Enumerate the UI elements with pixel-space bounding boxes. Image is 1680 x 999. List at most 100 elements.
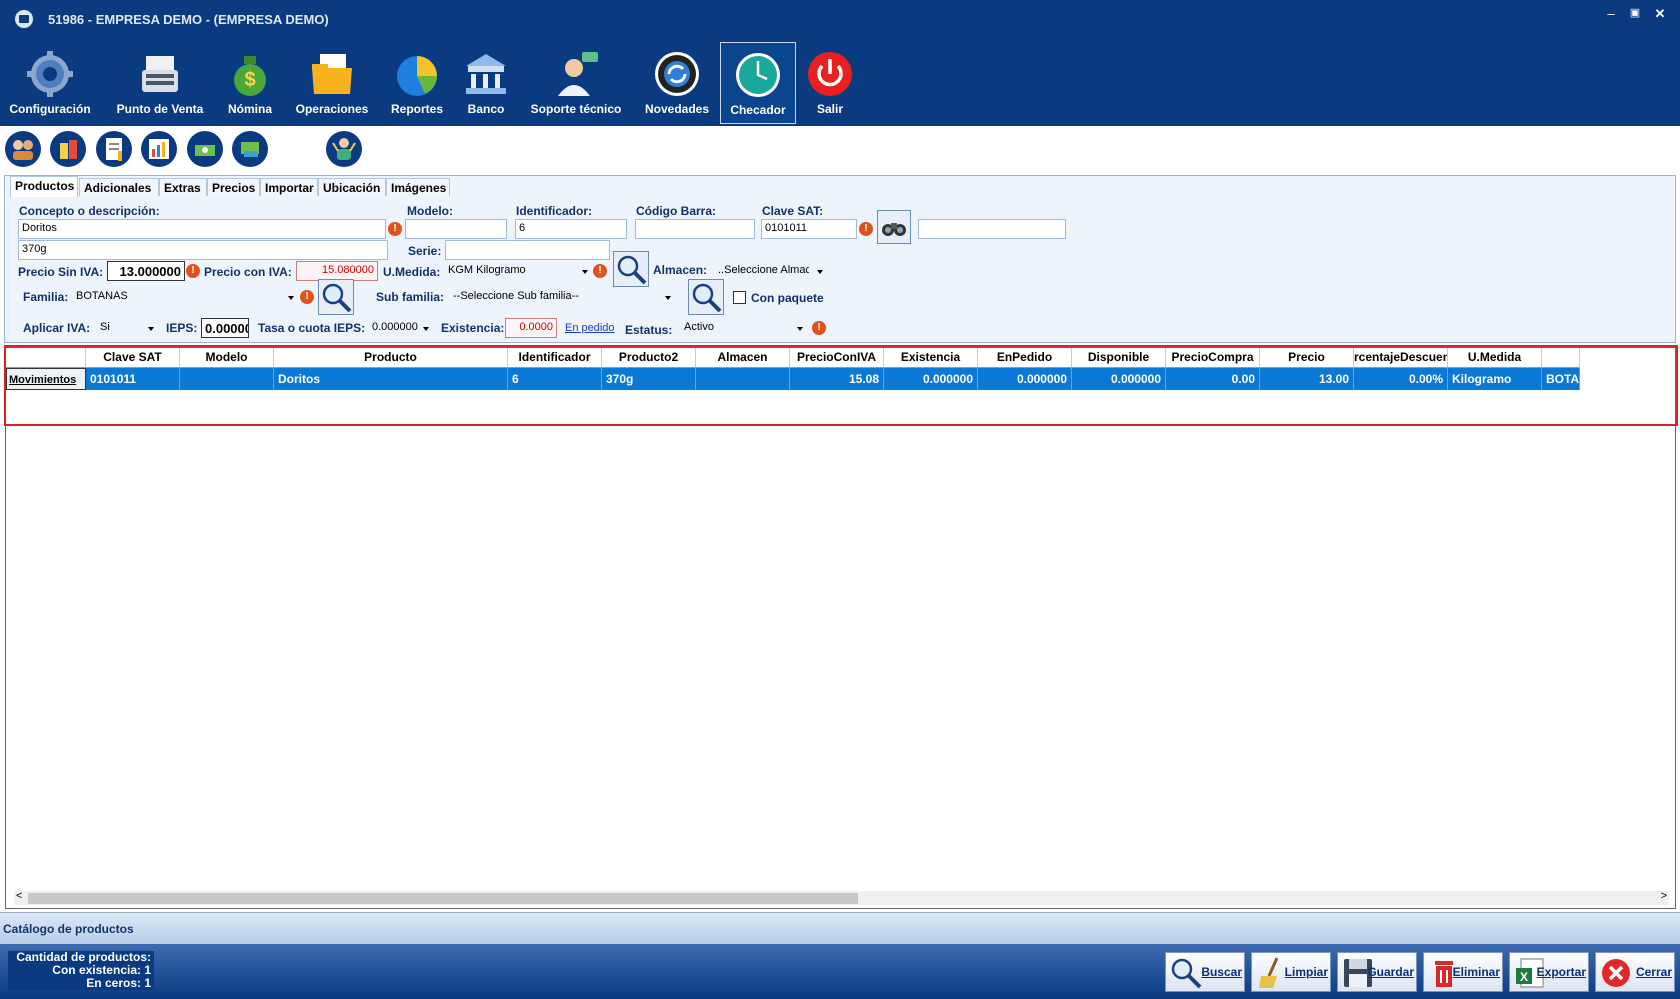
binoculars-icon xyxy=(882,223,906,236)
subfamilia-label: Sub familia: xyxy=(376,290,445,304)
ribbon-label: Novedades xyxy=(644,102,710,116)
bank-icon xyxy=(466,54,506,94)
minimize-button[interactable]: – xyxy=(1600,6,1622,21)
ribbon-banco[interactable]: Banco xyxy=(460,46,512,122)
scroll-right-icon[interactable]: > xyxy=(1661,890,1667,902)
con-paquete-label: Con paquete xyxy=(751,291,824,305)
scroll-left-icon[interactable]: < xyxy=(16,890,22,902)
eliminar-label: Eliminar xyxy=(1452,965,1500,979)
familia-search-button[interactable] xyxy=(318,279,354,315)
aplicar-iva-label: Aplicar IVA: xyxy=(23,321,91,335)
ribbon-checador[interactable]: Checador xyxy=(720,42,796,124)
tab-ubicacion[interactable]: Ubicación xyxy=(318,178,386,196)
tasa-ieps-label: Tasa o cuota IEPS: xyxy=(258,321,366,335)
aplicar-iva-select[interactable]: Si xyxy=(97,318,147,338)
exportar-button[interactable]: X Exportar xyxy=(1509,952,1589,992)
familia-dropdown-icon[interactable] xyxy=(288,296,294,300)
almacen-label: Almacen: xyxy=(653,263,708,277)
concepto-2-input[interactable]: 370g xyxy=(18,240,388,260)
tab-extras[interactable]: Extras xyxy=(159,178,207,196)
serie-input[interactable] xyxy=(445,240,610,260)
quick-employee-icon[interactable] xyxy=(326,131,362,167)
ribbon-configuracion[interactable]: Configuración xyxy=(6,46,94,122)
subfamilia-select[interactable]: --Seleccione Sub familia-- xyxy=(450,287,660,307)
products-grid: Clave SAT Modelo Producto Identificador Prod… xyxy=(5,347,1676,909)
concepto-input[interactable]: Doritos xyxy=(18,219,386,239)
quick-cash-icon[interactable] xyxy=(187,131,223,167)
scrollbar-thumb[interactable] xyxy=(28,893,858,904)
subfamilia-search-button[interactable] xyxy=(688,279,724,315)
cash-register-icon xyxy=(142,56,178,92)
maximize-button[interactable]: ▣ xyxy=(1624,6,1646,19)
close-window-button[interactable]: ✕ xyxy=(1649,6,1671,22)
main-ribbon: Configuración Punto de Venta $ Nómina Op… xyxy=(0,40,1680,126)
clave-sat-input[interactable]: 0101011 xyxy=(761,219,857,239)
tasa-ieps-select[interactable]: 0.000000 xyxy=(369,318,419,338)
ribbon-label: Banco xyxy=(467,102,505,116)
familia-label: Familia: xyxy=(23,290,69,304)
magnifier-icon xyxy=(1171,958,1202,989)
ribbon-operaciones[interactable]: Operaciones xyxy=(292,46,372,122)
ieps-input[interactable]: 0.00000 xyxy=(201,318,249,338)
estatus-warning-icon: ! xyxy=(812,321,826,335)
concepto-warning-icon: ! xyxy=(388,222,402,236)
tab-imagenes[interactable]: Imágenes xyxy=(386,178,450,196)
aplicar-iva-value: Si xyxy=(100,321,110,333)
ribbon-nomina[interactable]: $ Nómina xyxy=(222,46,278,122)
en-pedido-link[interactable]: En pedido xyxy=(565,322,615,334)
power-icon xyxy=(808,52,852,96)
codigo-barra-input[interactable] xyxy=(635,219,755,239)
cerrar-button[interactable]: Cerrar xyxy=(1595,952,1675,992)
tasa-ieps-dropdown-icon[interactable] xyxy=(423,327,429,331)
ribbon-label: Checador xyxy=(730,103,786,117)
ribbon-reportes[interactable]: Reportes xyxy=(386,46,448,122)
horizontal-scrollbar[interactable]: < > xyxy=(14,890,1669,905)
umedida-search-button[interactable] xyxy=(613,251,649,287)
quick-stats-icon[interactable] xyxy=(141,131,177,167)
serie-label: Serie: xyxy=(408,244,442,258)
quick-payments-icon[interactable] xyxy=(232,131,268,167)
ribbon-punto-de-venta[interactable]: Punto de Venta xyxy=(110,46,210,122)
estatus-value: Activo xyxy=(684,321,714,333)
umedida-select[interactable]: KGM Kilogramo xyxy=(445,261,585,281)
ribbon-novedades[interactable]: Novedades xyxy=(640,46,714,122)
subfamilia-dropdown-icon[interactable] xyxy=(665,296,671,300)
quick-toolbar xyxy=(0,126,1680,172)
con-paquete-checkbox[interactable] xyxy=(733,291,746,304)
buscar-button[interactable]: Buscar xyxy=(1165,952,1245,992)
existencia-input[interactable]: 0.0000 xyxy=(505,318,557,338)
precio-warning-icon: ! xyxy=(186,264,200,278)
ieps-label: IEPS: xyxy=(166,321,198,335)
umedida-dropdown-icon[interactable] xyxy=(582,270,588,274)
guardar-button[interactable]: Guardar xyxy=(1337,952,1417,992)
tab-precios[interactable]: Precios xyxy=(207,178,260,196)
identificador-input[interactable]: 6 xyxy=(515,219,627,239)
window-title: 51986 - EMPRESA DEMO - (EMPRESA DEMO) xyxy=(48,12,329,27)
eliminar-button[interactable]: Eliminar xyxy=(1423,952,1503,992)
ribbon-label: Nómina xyxy=(227,102,272,116)
precio-con-iva-label: Precio con IVA: xyxy=(204,265,292,279)
subfamilia-value: --Seleccione Sub familia-- xyxy=(453,290,579,302)
ribbon-salir[interactable]: Salir xyxy=(802,46,858,122)
ribbon-soporte-tecnico[interactable]: Soporte técnico xyxy=(526,46,626,122)
precio-sin-iva-input[interactable]: 13.000000 xyxy=(107,261,185,281)
quick-products-icon[interactable] xyxy=(50,131,86,167)
tab-importar[interactable]: Importar xyxy=(260,178,318,196)
almacen-select[interactable]: ..Seleccione Almac xyxy=(715,261,809,281)
aplicar-iva-dropdown-icon[interactable] xyxy=(148,327,154,331)
tab-productos[interactable]: Productos xyxy=(10,176,78,197)
estatus-dropdown-icon[interactable] xyxy=(797,327,803,331)
almacen-dropdown-icon[interactable] xyxy=(817,270,823,274)
familia-select[interactable]: BOTANAS xyxy=(73,287,285,307)
binoculars-search-button[interactable] xyxy=(877,210,911,244)
quick-documents-icon[interactable] xyxy=(96,131,132,167)
modelo-input[interactable] xyxy=(405,219,507,239)
tab-adicionales[interactable]: Adicionales xyxy=(79,178,159,196)
ribbon-label: Soporte técnico xyxy=(530,102,622,116)
count-ceros: En ceros: 1 xyxy=(8,977,154,990)
quick-clients-icon[interactable] xyxy=(5,131,41,167)
codigo-barra-label: Código Barra: xyxy=(636,204,717,218)
estatus-select[interactable]: Activo xyxy=(681,318,791,338)
limpiar-button[interactable]: Limpiar xyxy=(1251,952,1331,992)
precio-con-iva-input[interactable]: 15.080000 xyxy=(296,261,378,281)
